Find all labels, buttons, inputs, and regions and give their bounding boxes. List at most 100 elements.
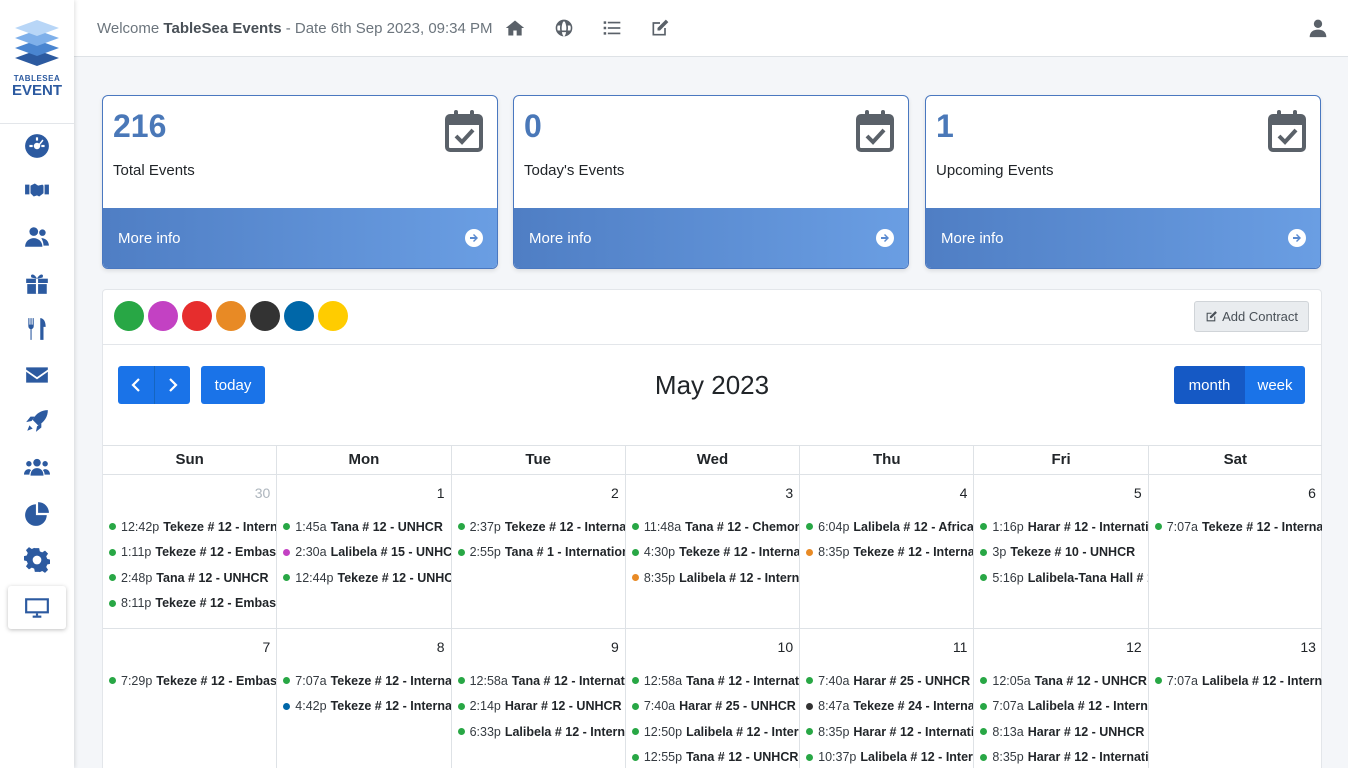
sidebar-item-gifts[interactable]	[20, 266, 54, 300]
calendar-event[interactable]: 1:45a Tana # 12 - UNHCR	[283, 514, 450, 540]
sidebar-item-launch[interactable]	[20, 404, 54, 438]
calendar-event[interactable]: 8:13a Harar # 12 - UNHCR	[980, 719, 1147, 745]
day-cell[interactable]: 9 12:58aTana # 12 - International2:14pHar…	[452, 629, 626, 768]
color-filter-4[interactable]	[250, 301, 280, 331]
calendar-event[interactable]: 10:37pLalibela # 12 - International	[806, 745, 973, 768]
calendar-event[interactable]: 5:16p Lalibela-Tana Hall # 12	[980, 565, 1148, 591]
day-number[interactable]: 6	[1308, 485, 1316, 501]
day-cell[interactable]: 2 2:37pTekeze # 12 - International2:55pTa…	[452, 475, 626, 628]
day-number[interactable]: 5	[1134, 485, 1142, 501]
day-cell[interactable]: 11 7:40a Harar # 25 - UNHCR 8:47a Tekeze # 2…	[800, 629, 975, 768]
color-filter-0[interactable]	[114, 301, 144, 331]
day-number[interactable]: 7	[262, 639, 270, 655]
calendar-event[interactable]: 12:05a Tana # 12 - UNHCR	[980, 668, 1147, 694]
sidebar-item-display[interactable]	[8, 586, 66, 629]
calendar-event[interactable]: 2:30a Lalibela # 15 - UNHCR	[283, 540, 451, 566]
day-number[interactable]: 11	[953, 639, 968, 655]
sidebar-item-food[interactable]	[20, 312, 54, 346]
calendar-event[interactable]: 7:07aTekeze # 12 - International	[283, 668, 451, 694]
globe-button[interactable]	[554, 18, 574, 38]
day-number[interactable]: 2	[611, 485, 619, 501]
calendar-event[interactable]: 8:47aTekeze # 24 - International	[806, 694, 973, 720]
day-number[interactable]: 9	[611, 639, 619, 655]
event-time: 2:37p	[469, 519, 501, 534]
calendar-event[interactable]: 7:07aLalibela # 12 - International	[1154, 668, 1322, 694]
calendar-event[interactable]: 4:30pTekeze # 12 - International	[631, 540, 799, 566]
more-info-link[interactable]: More info	[103, 208, 497, 268]
day-cell[interactable]: 6 7:07aTekeze # 12 - International	[1149, 475, 1322, 628]
day-number[interactable]: 13	[1300, 639, 1316, 655]
day-cell[interactable]: 30 12:42pTekeze # 12 - International1:11p…	[103, 475, 278, 628]
calendar-event[interactable]: 1:16pHarar # 12 - International	[980, 514, 1148, 540]
event-title: Harar # 12 - UNHCR	[1027, 724, 1145, 739]
color-filter-2[interactable]	[182, 301, 212, 331]
calendar-event[interactable]: 2:14p Harar # 12 - UNHCR	[457, 694, 625, 720]
more-info-link[interactable]: More info	[514, 208, 908, 268]
day-number[interactable]: 12	[1126, 639, 1142, 655]
day-number[interactable]: 4	[960, 485, 968, 501]
day-cell[interactable]: 4 6:04p Lalibela # 12 - African 8:35p Tekeze…	[800, 475, 975, 628]
calendar-event[interactable]: 11:48aTana # 12 - Chemonics	[631, 514, 799, 540]
calendar-event[interactable]: 7:07aLalibela # 12 - International	[980, 694, 1148, 720]
calendar-event[interactable]: 12:58aTana # 12 - International	[631, 668, 799, 694]
day-number[interactable]: 30	[255, 485, 271, 501]
calendar-event[interactable]: 6:33pLalibela # 12 - International	[457, 719, 625, 745]
more-info-link[interactable]: More info	[926, 208, 1320, 268]
calendar-event[interactable]: 7:40a Harar # 25 - UNHCR	[631, 694, 799, 720]
calendar-event[interactable]: 4:42pTekeze # 12 - International	[283, 694, 451, 720]
calendar-event[interactable]: 1:11pTekeze # 12 - Embassy	[109, 540, 276, 566]
calendar-event[interactable]: 12:42pTekeze # 12 - International	[109, 514, 276, 540]
calendar-event[interactable]: 8:11pTekeze # 12 - Embassy	[109, 591, 276, 617]
sidebar-item-groups[interactable]	[20, 450, 54, 484]
sidebar-item-messages[interactable]	[20, 358, 54, 392]
day-cell[interactable]: 3 11:48aTana # 12 - Chemonics4:30pTekeze …	[626, 475, 801, 628]
calendar-event[interactable]: 2:37pTekeze # 12 - International	[457, 514, 625, 540]
calendar-event[interactable]: 7:29pTekeze # 12 - Embassy	[109, 668, 276, 694]
calendar-event[interactable]: 2:48p Tana # 12 - UNHCR	[109, 565, 276, 591]
sidebar-item-dashboard[interactable]	[20, 129, 54, 163]
sidebar-item-partners[interactable]	[20, 173, 54, 207]
calendar-event[interactable]: 12:44p Tekeze # 12 - UNHCR	[283, 565, 451, 591]
calendar-event[interactable]: 3p Tekeze # 10 - UNHCR	[980, 540, 1147, 566]
month-view-button[interactable]: month	[1174, 366, 1245, 404]
color-filter-6[interactable]	[318, 301, 348, 331]
edit-button[interactable]	[650, 18, 670, 38]
day-number[interactable]: 8	[437, 639, 445, 655]
calendar-event[interactable]: 2:55pTana # 1 - International	[457, 540, 625, 566]
app-logo[interactable]: TABLESEA EVENT	[0, 0, 74, 124]
home-button[interactable]	[505, 18, 525, 38]
calendar-event[interactable]: 6:04p Lalibela # 12 - African	[806, 514, 973, 540]
week-view-button[interactable]: week	[1245, 366, 1305, 404]
calendar-event[interactable]: 8:35pHarar # 12 - International	[806, 719, 973, 745]
event-time: 8:35p	[818, 545, 850, 560]
calendar-event[interactable]: 12:50pLalibela # 12 - International	[631, 719, 799, 745]
day-cell[interactable]: 5 1:16pHarar # 12 - International3pTekeze…	[974, 475, 1149, 628]
calendar-event[interactable]: 7:07aTekeze # 12 - International	[1154, 514, 1322, 540]
sidebar-item-settings[interactable]	[20, 543, 54, 577]
day-number[interactable]: 3	[785, 485, 793, 501]
sidebar-item-reports[interactable]	[20, 497, 54, 531]
event-time: 3p	[992, 545, 1007, 560]
calendar-event[interactable]: 8:35pLalibela # 12 - International	[631, 565, 799, 591]
day-cell[interactable]: 1 1:45a Tana # 12 - UNHCR 2:30a Lalibela # 1…	[277, 475, 452, 628]
day-number[interactable]: 10	[778, 639, 794, 655]
day-cell[interactable]: 8 7:07aTekeze # 12 - International4:42pTe…	[277, 629, 452, 768]
color-filter-3[interactable]	[216, 301, 246, 331]
user-menu-button[interactable]	[1308, 18, 1328, 38]
event-color-dot	[980, 677, 988, 685]
calendar-event[interactable]: 8:35pTekeze # 12 - International	[806, 540, 973, 566]
color-filter-5[interactable]	[284, 301, 314, 331]
day-cell[interactable]: 12 12:05a Tana # 12 - UNHCR 7:07a Lalibela #…	[974, 629, 1149, 768]
calendar-event[interactable]: 7:40a Harar # 25 - UNHCR	[806, 668, 973, 694]
day-cell[interactable]: 7 7:29pTekeze # 12 - Embassy	[103, 629, 278, 768]
add-contract-button[interactable]: Add Contract	[1194, 301, 1309, 332]
calendar-event[interactable]: 12:55p Tana # 12 - UNHCR	[631, 745, 799, 768]
calendar-event[interactable]: 12:58aTana # 12 - International	[457, 668, 625, 694]
calendar-event[interactable]: 8:35pHarar # 12 - International	[980, 745, 1148, 768]
color-filter-1[interactable]	[148, 301, 178, 331]
day-cell[interactable]: 10 12:58aTana # 12 - International7:40aHa…	[626, 629, 801, 768]
day-cell[interactable]: 13 7:07aLalibela # 12 - International	[1149, 629, 1322, 768]
list-button[interactable]	[602, 18, 622, 38]
sidebar-item-users[interactable]	[20, 220, 54, 254]
day-number[interactable]: 1	[437, 485, 445, 501]
